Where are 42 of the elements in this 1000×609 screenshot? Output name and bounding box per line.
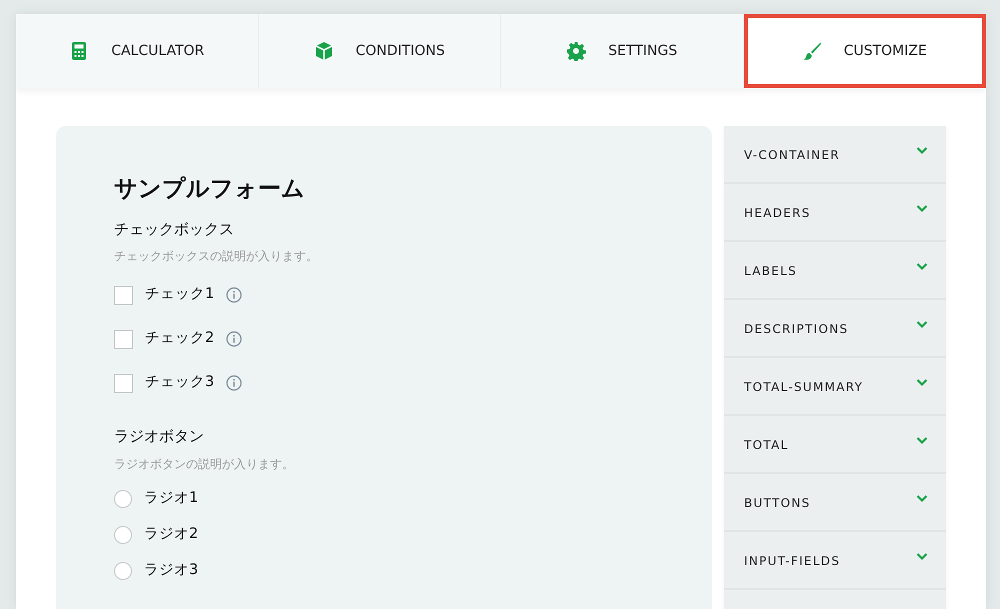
chevron-icon [916,146,928,155]
chevron-icon [916,204,928,213]
checkbox[interactable] [114,330,133,349]
accordion-item[interactable]: LABELS [724,242,946,300]
tab[interactable]: CALCULATOR [16,14,258,88]
field-description: チェックボックスの説明が入ります。 [114,248,319,266]
settings-icon [566,41,586,61]
info-icon[interactable] [226,287,242,304]
brush-icon [802,41,822,61]
checkbox[interactable] [114,286,133,305]
chevron-icon [916,262,928,271]
radio-label: ラジオ3 [144,560,198,580]
accordion-item[interactable]: DESCRIPTIONS [724,300,946,358]
checkbox[interactable] [114,374,133,393]
accordion-item[interactable]: TOTAL [724,416,946,474]
cube-icon [314,41,334,61]
radio-button[interactable] [114,526,132,544]
checkbox-label: チェック1 [145,285,214,304]
accordion-item[interactable]: INPUT-FIELDS [724,532,946,590]
radio-label: ラジオ2 [144,524,198,544]
info-icon[interactable] [226,331,242,348]
form-title: サンプルフォーム [114,176,306,204]
radio-label: ラジオ1 [144,488,198,508]
chevron-icon [916,378,928,387]
tab[interactable]: CONDITIONS [258,14,501,88]
checkbox-label: チェック2 [145,329,214,348]
field-label: チェックボックス [114,220,235,240]
tab[interactable]: CUSTOMIZE [744,14,986,88]
field-label: ラジオボタン [114,427,205,447]
chevron-icon [916,552,928,561]
chevron-icon [916,320,928,329]
chevron-icon [916,436,928,445]
radio-button[interactable] [114,562,132,580]
accordion-item[interactable]: HEADERS [724,184,946,242]
accordion-item[interactable]: BUTTONS [724,474,946,532]
accordion-item[interactable]: V-CONTAINER [724,126,946,184]
info-icon[interactable] [226,375,242,392]
chevron-icon [916,494,928,503]
accordion-item[interactable]: TOTAL-SUMMARY [724,358,946,416]
field-description: ラジオボタンの説明が入ります。 [114,456,295,473]
radio-button[interactable] [114,490,132,508]
checkbox-label: チェック3 [145,373,214,392]
